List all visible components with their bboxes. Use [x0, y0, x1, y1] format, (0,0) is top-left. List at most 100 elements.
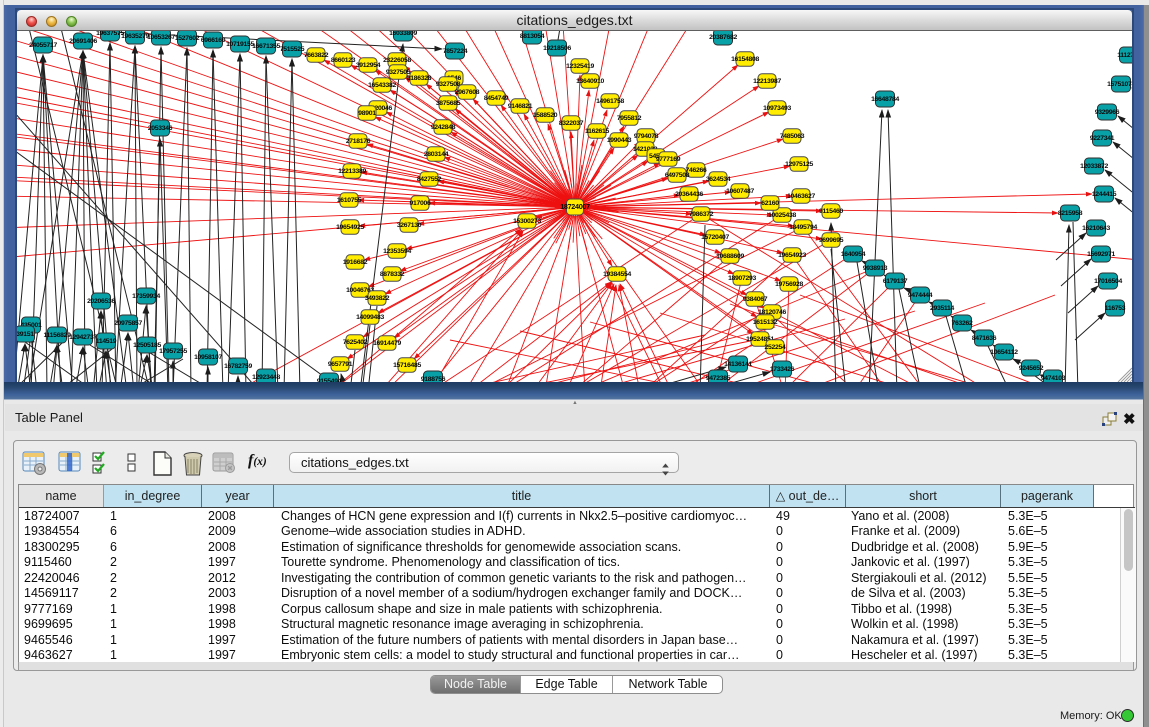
svg-text:12923448: 12923448	[252, 374, 280, 381]
svg-text:20206536: 20206536	[87, 298, 115, 305]
svg-text:9474444: 9474444	[908, 292, 933, 299]
svg-text:2718176: 2718176	[346, 138, 371, 145]
svg-text:2053346: 2053346	[148, 125, 173, 132]
svg-text:8186328: 8186328	[407, 75, 432, 82]
svg-text:13640910: 13640910	[576, 78, 604, 85]
svg-text:10973493: 10973493	[763, 105, 791, 112]
svg-text:19756928: 19756928	[775, 281, 803, 288]
svg-text:9115460: 9115460	[819, 208, 844, 215]
svg-text:116753: 116753	[1105, 305, 1126, 312]
svg-text:7857224: 7857224	[443, 48, 468, 55]
svg-text:14136141: 14136141	[724, 361, 752, 368]
svg-text:14099483: 14099483	[356, 314, 384, 321]
svg-text:19218506: 19218506	[543, 45, 571, 52]
svg-text:16154808: 16154808	[731, 56, 759, 63]
svg-text:12942737: 12942737	[69, 334, 97, 341]
svg-text:12325419: 12325419	[566, 63, 594, 70]
svg-text:8471636: 8471636	[972, 335, 997, 342]
svg-text:763262: 763262	[952, 320, 973, 327]
svg-text:18495794: 18495794	[789, 224, 817, 231]
svg-text:1990443: 1990443	[607, 137, 632, 144]
svg-text:17016504: 17016504	[1094, 278, 1122, 285]
svg-text:12213987: 12213987	[753, 78, 781, 85]
svg-text:10688609: 10688609	[716, 253, 744, 260]
svg-text:8813054: 8813054	[520, 33, 545, 40]
svg-text:7625402: 7625402	[343, 339, 368, 346]
svg-text:7485063: 7485063	[780, 133, 805, 140]
svg-text:9794078: 9794078	[634, 133, 659, 140]
svg-text:14961758: 14961758	[596, 98, 624, 105]
svg-text:10654112: 10654112	[990, 349, 1018, 356]
svg-text:20387682: 20387682	[709, 34, 737, 41]
svg-text:10719155: 10719155	[226, 41, 254, 48]
svg-text:98901: 98901	[358, 110, 376, 117]
svg-text:3912954: 3912954	[356, 62, 381, 69]
svg-text:20364436: 20364436	[675, 191, 703, 198]
svg-text:1640954: 1640954	[841, 251, 866, 258]
svg-text:15751074: 15751074	[1107, 81, 1132, 88]
svg-text:19384554: 19384554	[603, 271, 631, 278]
svg-text:19654923: 19654923	[778, 252, 806, 259]
svg-text:16782759: 16782759	[224, 363, 252, 370]
svg-text:9777169: 9777169	[656, 156, 681, 163]
svg-text:16914479: 16914479	[373, 340, 401, 347]
svg-text:917006: 917006	[410, 200, 431, 207]
svg-text:8215958: 8215958	[1058, 210, 1083, 217]
svg-text:9329966: 9329966	[1095, 109, 1120, 116]
svg-text:10653267: 10653267	[147, 34, 175, 41]
svg-text:2935114: 2935114	[930, 305, 955, 312]
svg-text:7663822: 7663822	[304, 52, 329, 59]
svg-text:7515525: 7515525	[280, 46, 305, 53]
svg-text:2803144: 2803144	[424, 151, 449, 158]
svg-text:9384067: 9384067	[743, 296, 768, 303]
svg-text:1244415: 1244415	[1092, 191, 1117, 198]
svg-text:17957255: 17957255	[159, 348, 187, 355]
svg-text:19635279: 19635279	[121, 33, 149, 40]
svg-text:1527602: 1527602	[175, 35, 200, 42]
svg-text:16210643: 16210643	[1082, 225, 1110, 232]
svg-text:15720407: 15720407	[701, 234, 729, 241]
svg-text:6966160: 6966160	[201, 37, 226, 44]
svg-text:16543382: 16543382	[368, 82, 396, 89]
svg-text:15300273: 15300273	[513, 218, 541, 225]
svg-text:1610755: 1610755	[337, 197, 362, 204]
svg-text:20975857: 20975857	[114, 320, 142, 327]
svg-text:10463627: 10463627	[787, 193, 815, 200]
svg-text:1588520: 1588520	[533, 112, 558, 119]
svg-text:12353594: 12353594	[383, 248, 411, 255]
svg-text:16033809: 16033809	[389, 31, 417, 37]
svg-text:9155494: 9155494	[317, 378, 342, 382]
svg-text:15692971: 15692971	[1087, 251, 1115, 258]
svg-text:9188756: 9188756	[421, 376, 446, 382]
svg-text:15716485: 15716485	[393, 362, 421, 369]
svg-text:3267130: 3267130	[397, 222, 422, 229]
svg-text:1615132: 1615132	[753, 319, 778, 326]
svg-text:62160: 62160	[761, 200, 779, 207]
svg-text:9699695: 9699695	[819, 237, 844, 244]
svg-text:12213389: 12213389	[338, 168, 366, 175]
svg-text:24055717: 24055717	[29, 42, 57, 49]
svg-text:8322037: 8322037	[559, 120, 584, 127]
svg-text:9327508: 9327508	[436, 81, 461, 88]
svg-text:39151: 39151	[17, 331, 34, 338]
svg-text:9938913: 9938913	[863, 265, 888, 272]
svg-text:10607487: 10607487	[726, 188, 754, 195]
svg-text:7986372: 7986372	[689, 211, 714, 218]
svg-text:8454749: 8454749	[484, 95, 509, 102]
svg-text:2967608: 2967608	[455, 89, 480, 96]
svg-text:8660123: 8660123	[331, 57, 356, 64]
svg-text:114519: 114519	[96, 338, 117, 345]
svg-text:1916682: 1916682	[343, 259, 368, 266]
svg-text:7955812: 7955812	[617, 115, 642, 122]
svg-text:12975125: 12975125	[785, 161, 813, 168]
svg-text:18907293: 18907293	[728, 275, 756, 282]
svg-text:9472385: 9472385	[706, 375, 731, 382]
svg-text:9657791: 9657791	[328, 361, 353, 368]
svg-text:19654925: 19654925	[336, 224, 364, 231]
svg-text:1162615: 1162615	[585, 128, 610, 135]
svg-text:9245652: 9245652	[1019, 365, 1044, 372]
svg-text:12033872: 12033872	[1080, 163, 1108, 170]
svg-text:10025438: 10025438	[768, 212, 796, 219]
svg-text:3875685: 3875685	[436, 100, 461, 107]
svg-text:10958107: 10958107	[194, 354, 222, 361]
